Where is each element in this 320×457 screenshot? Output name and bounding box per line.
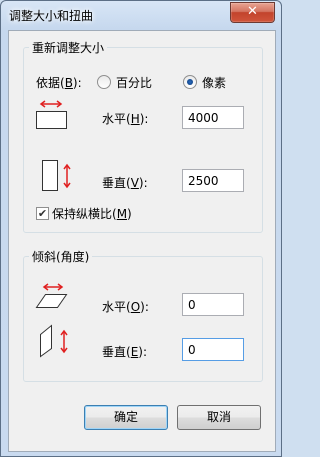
horizontal-resize-icon (36, 100, 67, 129)
by-label: 依据(B): (36, 76, 82, 90)
radio-percent-label[interactable]: 百分比 (116, 74, 152, 91)
vertical-resize-icon (42, 160, 71, 191)
dialog-body: 重新调整大小 依据(B): 百分比 像素 水平(H): 4000 垂直(V): … (8, 30, 276, 452)
resize-horizontal-input[interactable]: 4000 (182, 106, 244, 129)
skew-horizontal-input[interactable]: 0 (182, 293, 244, 316)
skew-group: 倾斜(角度) 水平(O): 0 垂直(E): 0 (23, 248, 263, 382)
radio-percent[interactable] (97, 75, 111, 89)
radio-pixel-label[interactable]: 像素 (202, 74, 226, 91)
resize-vertical-input[interactable]: 2500 (182, 169, 244, 192)
title-bar[interactable]: 调整大小和扭曲 ✕ (1, 1, 281, 29)
skew-vertical-input[interactable]: 0 (182, 338, 244, 361)
resize-vertical-label: 垂直(V): (102, 176, 148, 190)
vertical-skew-icon (40, 324, 68, 358)
cancel-button[interactable]: 取消 (177, 405, 261, 430)
skew-group-title: 倾斜(角度) (29, 248, 93, 265)
dialog-window: 调整大小和扭曲 ✕ 重新调整大小 依据(B): 百分比 像素 水平(H): 40… (0, 0, 282, 457)
close-icon: ✕ (247, 4, 258, 19)
resize-group: 重新调整大小 依据(B): 百分比 像素 水平(H): 4000 垂直(V): … (23, 39, 263, 233)
ok-button[interactable]: 确定 (84, 405, 168, 430)
resize-horizontal-label: 水平(H): (102, 112, 149, 126)
keep-ratio-checkbox[interactable]: ✔ (36, 207, 49, 220)
window-title: 调整大小和扭曲 (9, 9, 94, 23)
horizontal-skew-icon (35, 283, 68, 308)
keep-ratio-label[interactable]: 保持纵横比(M) (52, 205, 132, 222)
radio-pixel[interactable] (183, 75, 197, 89)
close-button[interactable]: ✕ (230, 2, 275, 23)
checkmark-icon: ✔ (37, 207, 48, 220)
skew-horizontal-label: 水平(O): (102, 300, 149, 314)
resize-group-title: 重新调整大小 (29, 39, 108, 56)
skew-vertical-label: 垂直(E): (102, 345, 148, 359)
